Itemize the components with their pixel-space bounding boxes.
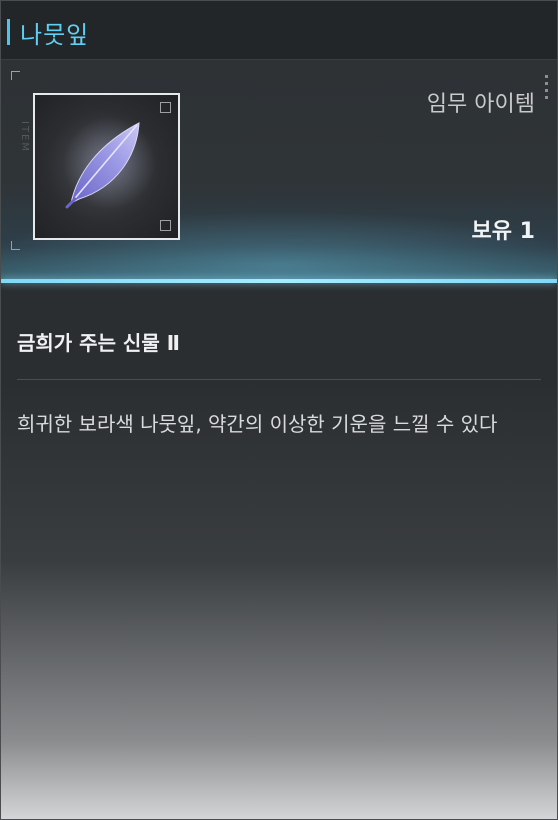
frame-corner-icon (160, 220, 171, 231)
more-dots-icon (545, 75, 549, 103)
section-divider (17, 379, 541, 380)
item-name-title: 나뭇잎 (20, 21, 90, 49)
title-bar: 나뭇잎 (1, 1, 557, 60)
item-type-label: 임무 아이템 (426, 92, 535, 117)
frame-side-text: ITEM (19, 121, 30, 154)
item-detail-panel: 나뭇잎 ITEM 임무 아이템 보유 1 금희가 주는 신물 Ⅱ 희귀한 보라색… (0, 0, 558, 820)
frame-corner-icon (160, 102, 171, 113)
item-subtitle: 금희가 주는 신물 Ⅱ (17, 331, 180, 355)
corner-mark (11, 71, 20, 80)
purple-leaf-icon (63, 117, 155, 209)
title-accent-bar (7, 19, 10, 45)
item-description: 희귀한 보라색 나뭇잎, 약간의 이상한 기운을 느낄 수 있다 (17, 412, 498, 436)
item-icon-frame[interactable] (33, 93, 180, 240)
corner-mark (11, 241, 20, 250)
owned-count: 보유 1 (471, 219, 535, 244)
header-divider-glow (1, 279, 557, 283)
